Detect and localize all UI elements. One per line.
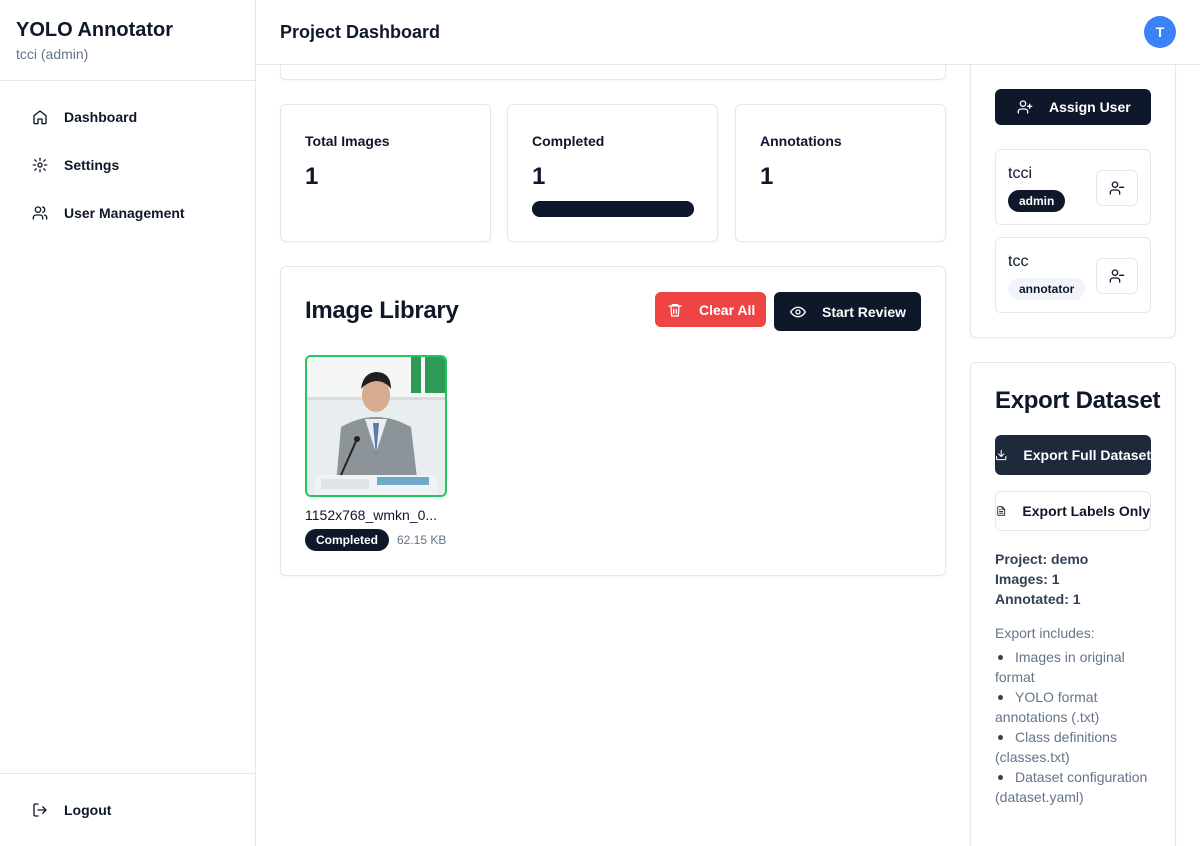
- brand: YOLO Annotator tcci (admin): [0, 0, 255, 81]
- top-header: Project Dashboard T: [256, 0, 1200, 65]
- export-full-label: Export Full Dataset: [1023, 447, 1151, 463]
- export-labels-label: Export Labels Only: [1022, 503, 1150, 519]
- stat-card-annotations: Annotations 1: [735, 104, 946, 242]
- export-images: Images: 1: [995, 571, 1060, 587]
- trash-icon: [668, 303, 682, 317]
- stat-label: Total Images: [305, 133, 390, 149]
- sidebar-item-label: Dashboard: [64, 109, 138, 125]
- list-item: Dataset configuration (dataset.yaml): [995, 767, 1155, 807]
- stat-label: Annotations: [760, 133, 842, 149]
- sidebar-item-dashboard[interactable]: Dashboard: [0, 93, 255, 141]
- page-title: Project Dashboard: [280, 21, 441, 42]
- image-thumbnail[interactable]: [305, 355, 447, 497]
- export-project: Project: demo: [995, 551, 1089, 567]
- user-name: tcci: [1008, 165, 1032, 182]
- stat-card-completed: Completed 1: [507, 104, 718, 242]
- logout-label: Logout: [64, 802, 112, 818]
- user-minus-icon: [1109, 269, 1125, 283]
- list-item: Images in original format: [995, 647, 1155, 687]
- list-item: Class definitions (classes.txt): [995, 727, 1155, 767]
- home-icon: [33, 110, 47, 125]
- export-labels-only-button[interactable]: Export Labels Only: [995, 491, 1151, 531]
- user-minus-icon: [1109, 181, 1125, 195]
- image-filename: 1152x768_wmkn_0...: [305, 507, 438, 523]
- download-icon: [996, 449, 1007, 461]
- role-badge: annotator: [1008, 278, 1086, 300]
- clear-all-button[interactable]: Clear All: [655, 292, 766, 327]
- logout-icon: [33, 803, 47, 817]
- remove-user-button[interactable]: [1096, 258, 1138, 294]
- export-includes-title: Export includes:: [995, 625, 1095, 641]
- role-badge: admin: [1008, 190, 1066, 212]
- export-full-dataset-button[interactable]: Export Full Dataset: [995, 435, 1151, 475]
- sidebar: YOLO Annotator tcci (admin) Dashboard Se…: [0, 0, 256, 846]
- gear-icon: [32, 157, 48, 173]
- stat-label: Completed: [532, 133, 605, 149]
- export-includes-list: Images in original format YOLO format an…: [995, 647, 1155, 807]
- export-dataset-title: Export Dataset: [995, 387, 1161, 414]
- export-dataset-card: Export Dataset Export Full Dataset Expor…: [970, 362, 1176, 846]
- export-summary: Project: demo Images: 1 Annotated: 1: [995, 549, 1088, 609]
- project-users-card: Assign User tcci admin tcc annotator: [970, 30, 1176, 338]
- export-includes: Export includes: Images in original form…: [995, 623, 1155, 807]
- sidebar-footer: Logout: [0, 773, 255, 846]
- stat-value: 1: [532, 163, 546, 190]
- users-icon: [32, 206, 48, 220]
- user-entry: tcc annotator: [995, 237, 1151, 313]
- status-badge: Completed: [305, 529, 390, 551]
- list-item: YOLO format annotations (.txt): [995, 687, 1155, 727]
- start-review-label: Start Review: [822, 303, 907, 320]
- image-library-title: Image Library: [305, 297, 459, 324]
- avatar[interactable]: T: [1144, 16, 1176, 48]
- image-library-card: Image Library Clear All Start Review 115…: [280, 266, 946, 576]
- image-file-size: 62.15 KB: [397, 533, 447, 547]
- sidebar-nav: Dashboard Settings User Management: [0, 81, 255, 237]
- sidebar-item-label: Settings: [64, 157, 120, 173]
- sidebar-item-user-management[interactable]: User Management: [0, 189, 255, 237]
- user-plus-icon: [1017, 100, 1033, 114]
- stat-card-total-images: Total Images 1: [280, 104, 491, 242]
- eye-icon: [790, 306, 806, 317]
- photo-thumbnail-image: [307, 357, 445, 495]
- app-title: YOLO Annotator: [16, 19, 174, 41]
- clear-all-label: Clear All: [699, 301, 756, 318]
- user-name: tcc: [1008, 253, 1029, 270]
- stat-value: 1: [305, 163, 319, 190]
- user-entry: tcci admin: [995, 149, 1151, 225]
- assign-user-label: Assign User: [1049, 99, 1131, 115]
- current-user: tcci (admin): [16, 46, 89, 62]
- completion-progress-bar: [532, 201, 694, 217]
- stat-value: 1: [760, 163, 774, 190]
- assign-user-button[interactable]: Assign User: [995, 89, 1151, 125]
- export-annotated: Annotated: 1: [995, 591, 1081, 607]
- sidebar-item-settings[interactable]: Settings: [0, 141, 255, 189]
- remove-user-button[interactable]: [1096, 170, 1138, 206]
- sidebar-item-label: User Management: [64, 205, 185, 221]
- file-text-icon: [997, 506, 1006, 516]
- logout-button[interactable]: Logout: [0, 774, 255, 846]
- start-review-button[interactable]: Start Review: [774, 292, 921, 331]
- progress-fill: [532, 201, 694, 217]
